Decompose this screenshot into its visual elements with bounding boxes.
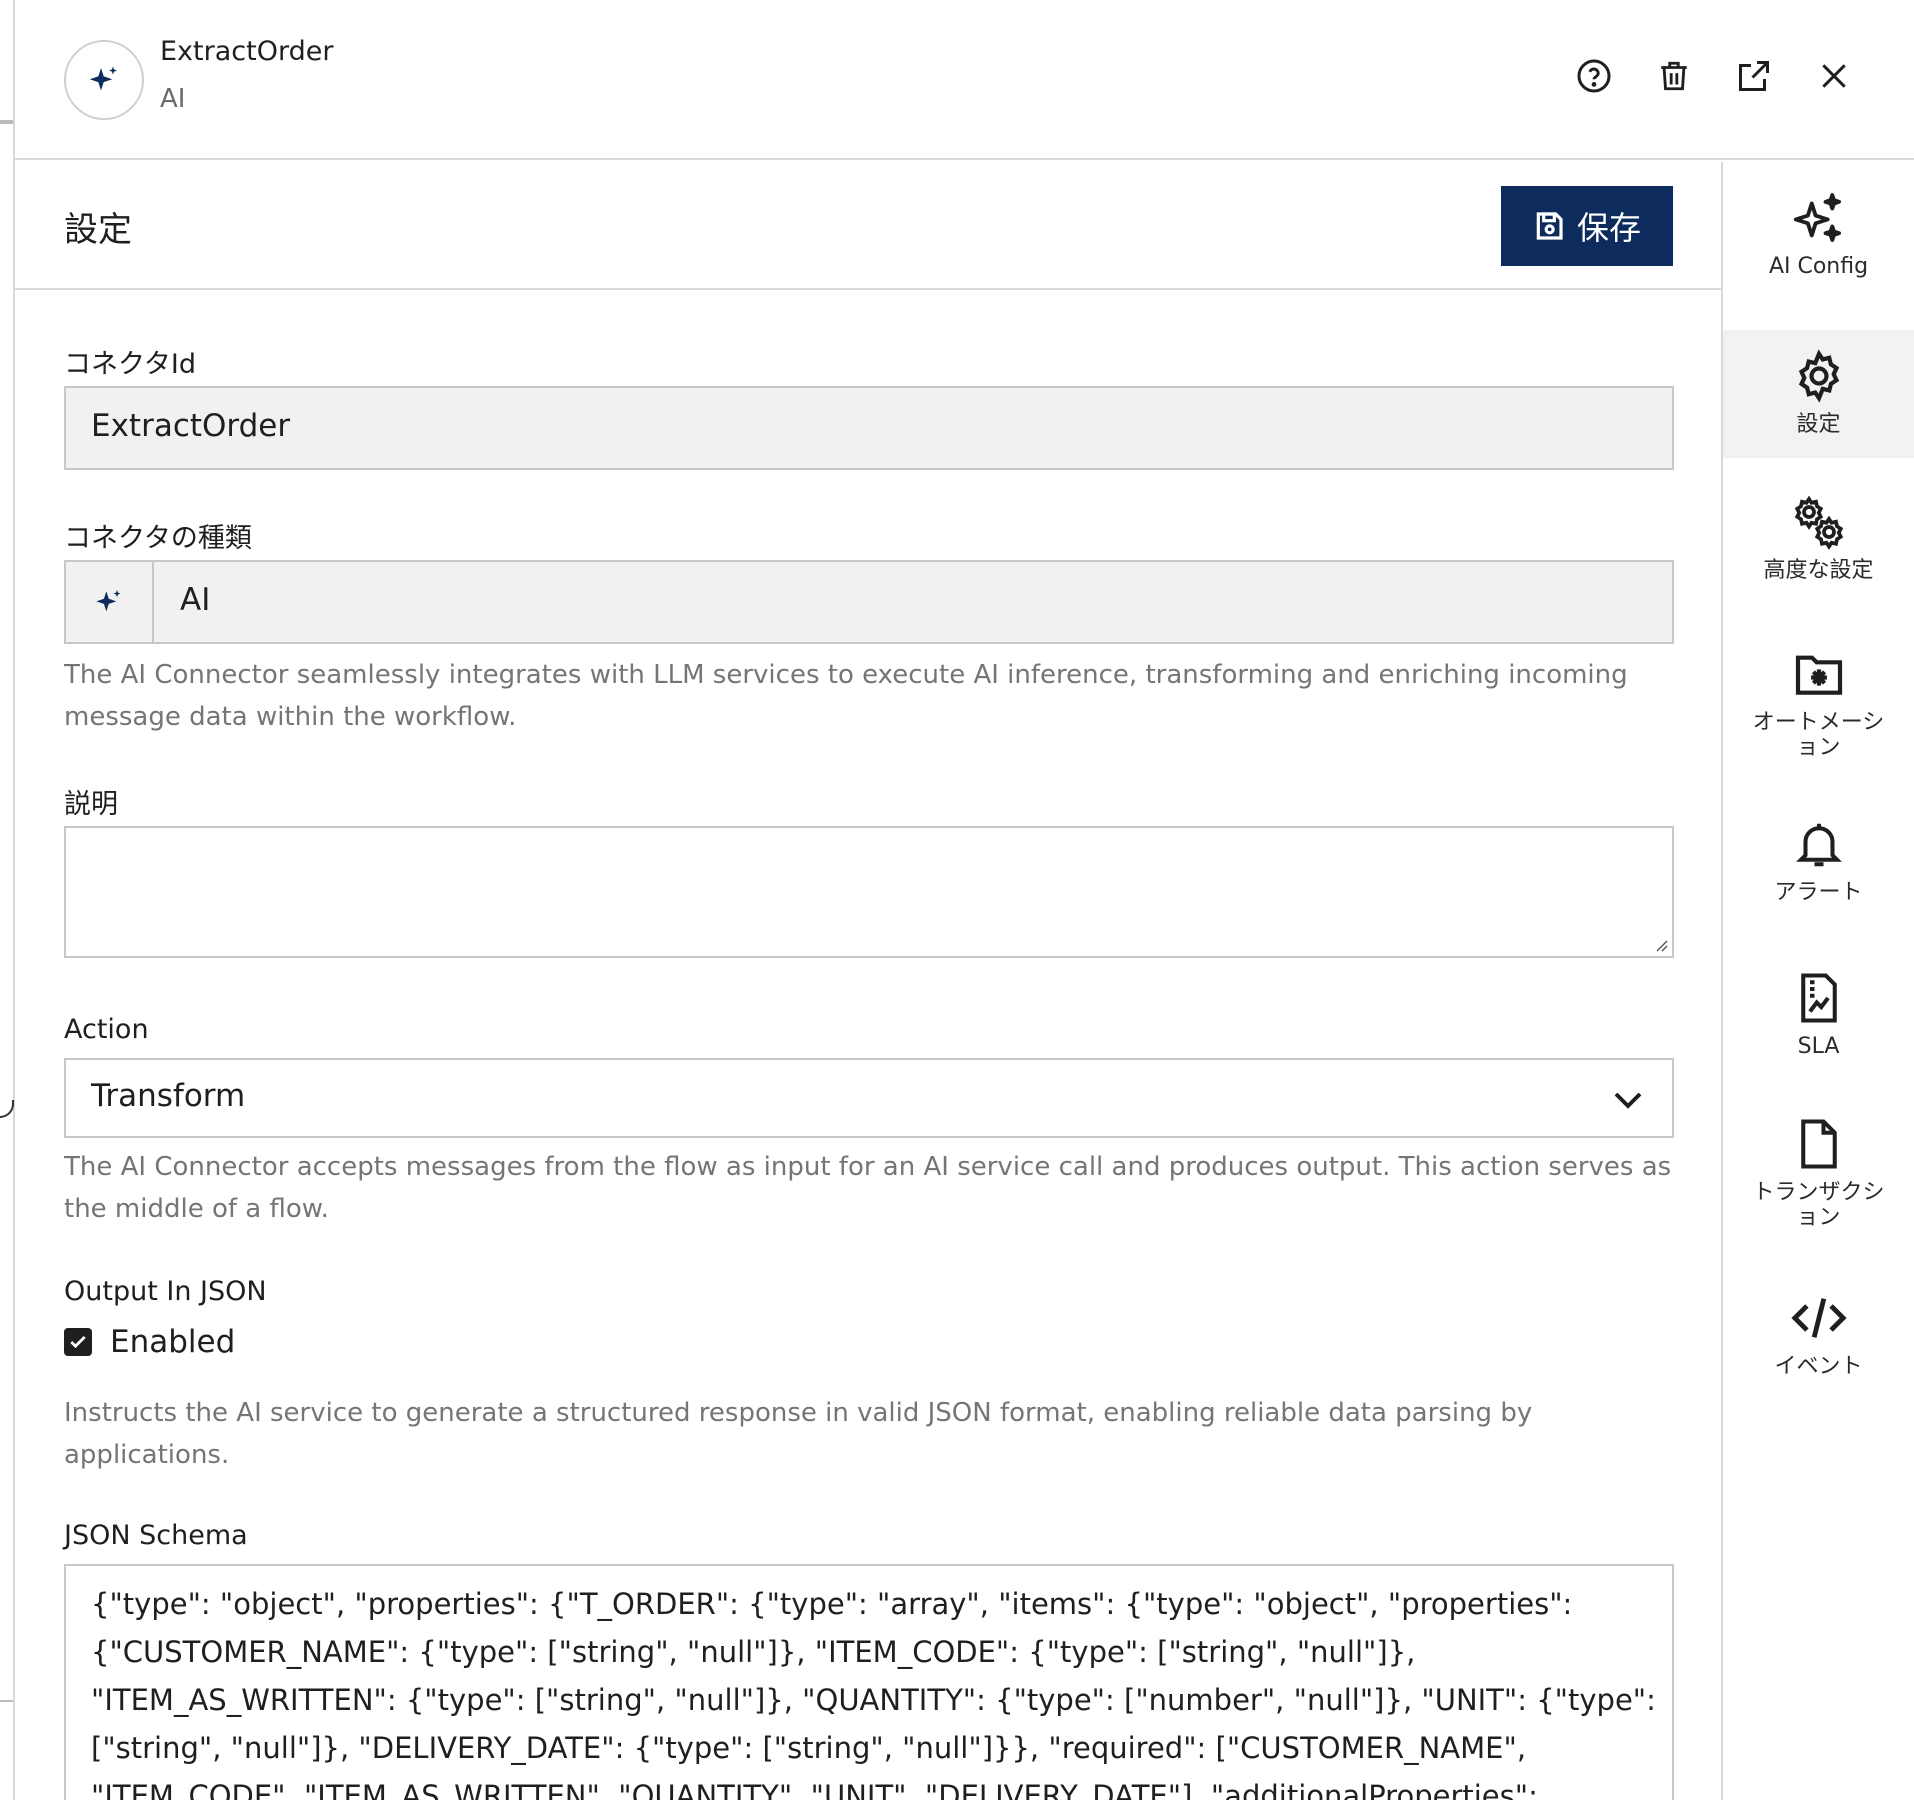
json-schema-label: JSON Schema (64, 1520, 248, 1551)
resize-grip-icon[interactable] (1654, 938, 1668, 952)
nav-label: SLA (1797, 1034, 1840, 1059)
nav-icon-wrap (1789, 188, 1849, 248)
nav-label: アラート (1774, 880, 1863, 905)
description-label: 説明 (64, 789, 118, 820)
connector-type-value: AI (180, 582, 211, 618)
header-actions (1574, 56, 1854, 96)
description-textarea[interactable] (64, 826, 1674, 958)
output-json-label: Output In JSON (64, 1276, 267, 1307)
panel-header: ExtractOrder AI (15, 0, 1914, 160)
connector-type-field[interactable]: AI (64, 560, 1674, 644)
action-selected-value: Transform (91, 1078, 246, 1114)
action-help: The AI Connector accepts messages from t… (64, 1152, 1672, 1224)
nav-icon-wrap (1789, 1288, 1849, 1348)
floppy-disk-icon (1536, 212, 1563, 240)
json-schema-value: {"type": "object", "properties": {"T_ORD… (91, 1587, 1656, 1800)
nav-icon-wrap (1789, 492, 1849, 552)
nav-icon-wrap (1789, 968, 1849, 1028)
sparkle-icon (96, 590, 121, 612)
connector-id-value: ExtractOrder (91, 408, 291, 444)
close-button[interactable] (1814, 56, 1854, 96)
output-json-checkbox[interactable] (64, 1328, 92, 1356)
connector-id-field[interactable]: ExtractOrder (64, 386, 1674, 470)
nav-item-sla[interactable]: SLA (1723, 968, 1914, 1078)
nav-icon-wrap (1789, 814, 1849, 874)
sparkles-icon (1793, 193, 1841, 242)
help-button[interactable] (1574, 56, 1614, 96)
output-json-checkbox-label: Enabled (110, 1324, 236, 1360)
nav-item-alerts[interactable]: アラート (1723, 814, 1914, 924)
nav-icon-wrap (1789, 346, 1849, 406)
nav-icon-wrap (1789, 644, 1849, 704)
nav-label: 設定 (1796, 412, 1841, 437)
section-title: 設定 (64, 210, 132, 250)
connector-panel: ExtractOrder AI 設定 保存 コネクタId ExtractOrde… (15, 0, 1914, 1800)
document-chart-icon (1800, 973, 1837, 1023)
gears-icon (1794, 495, 1843, 550)
output-json-help: Instructs the AI service to generate a s… (64, 1398, 1533, 1470)
connector-type-label: コネクタの種類 (64, 523, 252, 554)
right-sidebar-nav: AI Config 設定 高度な設定 オートメーション アラート SLA トラン… (1723, 162, 1914, 1800)
canvas-edge (0, 0, 15, 1800)
nav-item-events[interactable]: イベント (1723, 1288, 1914, 1398)
nav-item-ai-config[interactable]: AI Config (1723, 188, 1914, 288)
code-icon (1790, 1298, 1847, 1338)
connector-type-icon-cell (66, 562, 154, 642)
canvas-edge-mark (0, 120, 13, 124)
nav-item-advanced-settings[interactable]: 高度な設定 (1723, 492, 1914, 602)
connector-id-label: コネクタId (64, 349, 197, 380)
section-toolbar: 設定 保存 (15, 162, 1721, 290)
delete-button[interactable] (1654, 56, 1694, 96)
nav-label: 高度な設定 (1763, 558, 1874, 583)
nav-item-automation[interactable]: オートメーション (1723, 644, 1914, 784)
folder-gear-icon (1795, 655, 1842, 695)
action-select[interactable]: Transform (64, 1058, 1674, 1138)
open-external-button[interactable] (1734, 56, 1774, 96)
chevron-down-icon (1614, 1092, 1642, 1109)
settings-pane: 設定 保存 コネクタId ExtractOrder コネクタの種類 AI The… (15, 162, 1723, 1800)
save-button-label: 保存 (1576, 209, 1641, 247)
nav-label: トランザクション (1752, 1180, 1885, 1230)
nav-label: AI Config (1768, 254, 1869, 279)
nav-label: イベント (1774, 1354, 1863, 1379)
document-icon (1800, 1119, 1837, 1169)
help-circle-icon (1577, 59, 1611, 93)
nav-item-transactions[interactable]: トランザクション (1723, 1114, 1914, 1254)
connector-name: ExtractOrder (160, 36, 334, 67)
external-link-icon (1739, 61, 1769, 91)
connector-type-subtitle: AI (160, 84, 186, 114)
nav-icon-wrap (1789, 1114, 1849, 1174)
nav-item-settings[interactable]: 設定 (1723, 330, 1914, 458)
canvas-edge-mark (0, 1700, 13, 1702)
gear-icon (1798, 349, 1839, 403)
json-schema-textarea[interactable]: {"type": "object", "properties": {"T_ORD… (64, 1564, 1674, 1800)
sparkle-icon (89, 66, 118, 91)
action-label: Action (64, 1014, 149, 1045)
connector-type-help: The AI Connector seamlessly integrates w… (64, 660, 1628, 732)
output-json-checkbox-row[interactable]: Enabled (64, 1324, 235, 1360)
bell-icon (1795, 823, 1842, 867)
checkmark-icon (70, 1335, 86, 1349)
nav-label: オートメーション (1752, 710, 1885, 760)
connector-avatar (64, 40, 144, 120)
trash-icon (1661, 61, 1687, 91)
close-icon (1822, 64, 1846, 88)
canvas-connector-curve (0, 1100, 14, 1118)
save-button[interactable]: 保存 (1501, 186, 1673, 266)
